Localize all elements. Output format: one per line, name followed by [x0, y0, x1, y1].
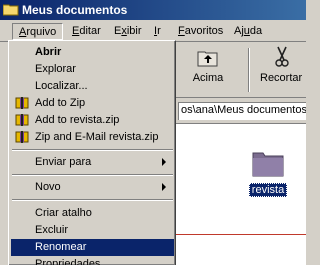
menu-item-label: Localizar... — [35, 80, 88, 92]
menu-item-propriedades[interactable]: Propriedades — [11, 256, 174, 265]
menu-ir[interactable]: Ir — [148, 23, 167, 40]
cut-button-label: Recortar — [260, 72, 303, 84]
menu-item-label: Enviar para — [35, 156, 92, 168]
folder-icon — [3, 4, 19, 16]
up-button-label: Acima — [192, 72, 224, 84]
menu-separator — [12, 174, 173, 176]
menu-arquivo-rest: rquivo — [26, 26, 57, 38]
menu-item-criar-atalho[interactable]: Criar atalho — [11, 205, 174, 222]
winzip-icon — [15, 131, 29, 143]
menu-item-add-to-zip[interactable]: Add to Zip — [11, 95, 174, 112]
address-bar: os\ana\Meus documentos — [176, 99, 306, 123]
menu-ajuda[interactable]: Ajuda — [228, 23, 268, 40]
folder-item[interactable]: revista — [246, 148, 290, 197]
menu-item-zip-and-email[interactable]: Zip and E-Mail revista.zip — [11, 129, 174, 146]
menu-item-localizar[interactable]: Localizar... — [11, 78, 174, 95]
menu-item-label: Criar atalho — [35, 207, 92, 219]
menu-exibir[interactable]: Exibir — [108, 23, 148, 40]
divider-line — [176, 234, 306, 235]
title-bar: Meus documentos — [0, 0, 306, 20]
menu-item-label: Add to revista.zip — [35, 114, 120, 126]
folder-icon — [252, 152, 284, 177]
menu-item-label: Explorar — [35, 63, 76, 75]
menu-item-label: Propriedades — [35, 258, 101, 265]
menu-item-label: Zip and E-Mail revista.zip — [35, 131, 159, 143]
file-menu: Abrir Explorar Localizar... Add to Zip A… — [8, 40, 176, 265]
menu-item-label: Novo — [35, 181, 61, 193]
menu-separator — [12, 199, 173, 201]
menu-item-renomear[interactable]: Renomear — [11, 239, 174, 256]
menu-arquivo[interactable]: Arquivo — [12, 23, 64, 40]
scissors-icon — [275, 46, 289, 67]
menu-item-label: Abrir — [35, 46, 62, 58]
menu-item-label: Renomear — [35, 241, 87, 253]
up-button[interactable]: Acima — [176, 46, 240, 94]
menu-item-enviar-para[interactable]: Enviar para — [11, 154, 174, 171]
menu-item-label: Add to Zip — [35, 97, 86, 109]
menu-item-excluir[interactable]: Excluir — [11, 222, 174, 239]
toolbar: Acima Recortar — [176, 42, 306, 98]
winzip-icon — [15, 114, 29, 126]
menu-favoritos-rest: avoritos — [184, 25, 224, 37]
address-field[interactable]: os\ana\Meus documentos — [178, 102, 306, 120]
folder-item-label: revista — [248, 183, 288, 197]
file-list-pane[interactable]: revista — [176, 123, 306, 265]
menu-bar: Arquivo Editar Exibir Ir Favoritos Ajuda — [0, 20, 306, 42]
winzip-icon — [15, 97, 29, 109]
menu-favoritos-mnemonic: F — [178, 25, 185, 37]
menu-item-abrir[interactable]: Abrir — [11, 44, 174, 61]
window-title: Meus documentos — [22, 3, 128, 17]
menu-editar-rest: ditar — [79, 25, 101, 37]
cut-button[interactable]: Recortar — [254, 46, 310, 94]
menu-separator — [12, 149, 173, 151]
submenu-arrow-icon — [162, 158, 166, 166]
toolbar-separator — [248, 48, 250, 92]
menu-item-add-to-revista-zip[interactable]: Add to revista.zip — [11, 112, 174, 129]
folder-up-icon — [197, 51, 218, 67]
menu-editar[interactable]: Editar — [66, 23, 107, 40]
menu-exibir-rest: ibir — [126, 25, 142, 37]
menu-item-explorar[interactable]: Explorar — [11, 61, 174, 78]
menu-item-novo[interactable]: Novo — [11, 179, 174, 196]
submenu-arrow-icon — [162, 183, 166, 191]
menu-favoritos[interactable]: Favoritos — [172, 23, 229, 40]
menu-ajuda-pre: Aj — [234, 25, 244, 37]
menu-item-label: Excluir — [35, 224, 69, 236]
menu-ajuda-rest: da — [249, 25, 263, 37]
menu-ir-rest: r — [157, 25, 161, 37]
